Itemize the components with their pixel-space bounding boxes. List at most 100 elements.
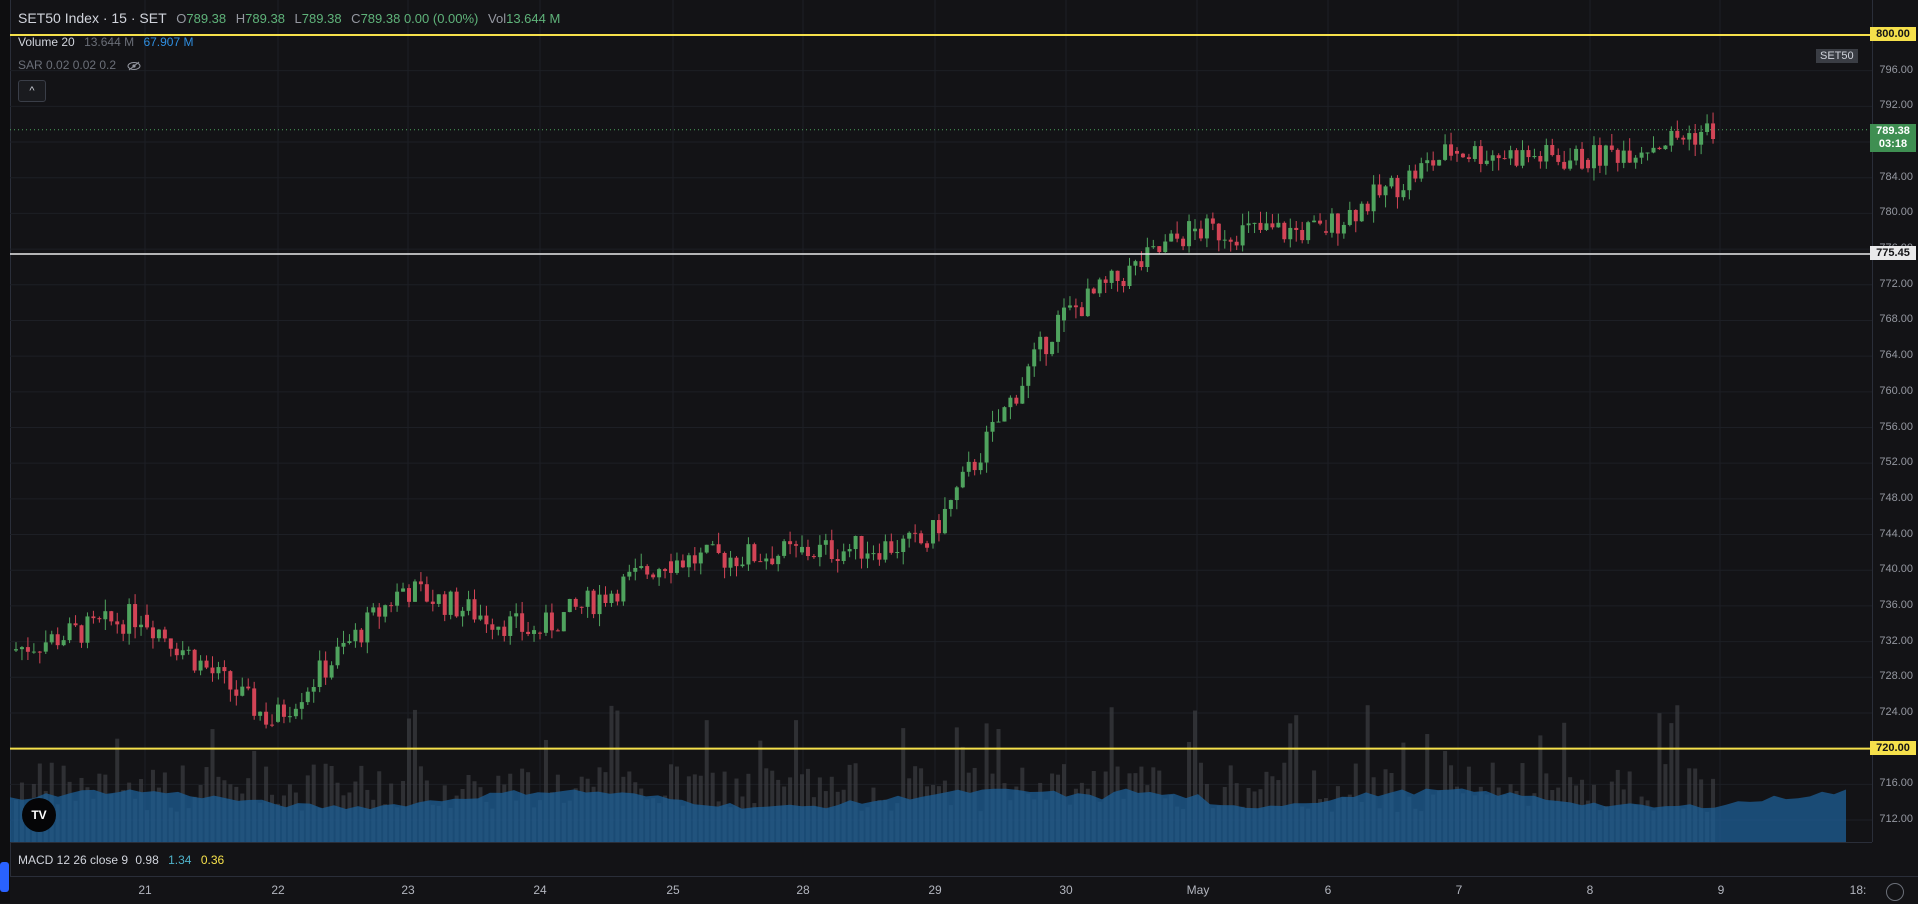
candle-body — [1496, 155, 1501, 159]
candle-body — [1609, 145, 1614, 150]
candle-body — [1056, 314, 1061, 342]
symbol-watermark-label: SET50 — [1816, 49, 1858, 63]
candle-body — [657, 569, 662, 578]
symbol-title[interactable]: SET50 Index · 15 · SET — [18, 10, 167, 26]
candle-body — [329, 665, 334, 678]
candle-body — [883, 541, 888, 560]
candle-body — [1514, 150, 1519, 166]
settings-icon[interactable] — [1886, 883, 1904, 901]
candle-body — [502, 626, 507, 636]
candle-body — [936, 520, 941, 534]
candle-body — [609, 593, 614, 604]
candle-body — [401, 588, 406, 592]
candle-body — [1449, 144, 1454, 156]
candle-body — [680, 560, 685, 568]
candle-body — [311, 687, 316, 692]
candle-body — [14, 649, 18, 651]
eye-hidden-icon[interactable] — [127, 61, 141, 71]
candle-body — [1520, 150, 1525, 166]
candle-body — [835, 558, 840, 561]
candle-body — [1014, 397, 1019, 404]
candle-body — [1484, 160, 1489, 164]
candle-body — [1282, 222, 1287, 240]
candle-body — [704, 544, 709, 553]
candle-body — [1562, 161, 1567, 169]
candle-body — [1079, 307, 1084, 317]
candle-body — [1288, 227, 1293, 240]
tradingview-logo[interactable]: TV — [22, 798, 56, 832]
candle-body — [1377, 184, 1382, 196]
candle-body — [121, 624, 126, 634]
macd-value: 0.98 — [135, 853, 159, 867]
candle-body — [960, 471, 965, 488]
candle-body — [109, 611, 114, 622]
candle-body — [954, 487, 959, 501]
collapse-legend-button[interactable]: ^ — [18, 80, 46, 102]
candle-body — [43, 642, 48, 652]
time-axis[interactable]: 21 22 23 24 25 28 29 30 May 6 7 8 9 18: — [10, 876, 1918, 904]
candle-body — [853, 536, 858, 550]
candle-body — [264, 711, 269, 725]
volume-indicator-legend[interactable]: Volume 20 13.644 M 67.907 M — [18, 35, 194, 49]
candle-body — [91, 616, 96, 619]
candle-body — [823, 540, 828, 545]
candle-body — [383, 605, 388, 617]
price-tick-label: 752.00 — [1879, 456, 1913, 469]
candle-body — [103, 611, 108, 620]
candle-body — [180, 650, 185, 656]
candle-body — [305, 691, 310, 703]
candle-body — [287, 716, 292, 718]
candle-body — [948, 500, 953, 509]
price-tick-label: 772.00 — [1879, 277, 1913, 290]
candle-body — [984, 431, 989, 463]
candle-body — [1371, 184, 1376, 212]
candle-body — [1073, 305, 1078, 308]
candle-body — [764, 558, 769, 562]
macd-label: MACD 12 26 close 9 — [18, 853, 129, 867]
candle-body — [1026, 366, 1031, 386]
candle-body — [418, 581, 423, 585]
candle-body — [115, 621, 120, 625]
candle-body — [716, 544, 721, 553]
candle-body — [174, 648, 179, 656]
candle-body — [543, 612, 548, 633]
candle-body — [1657, 147, 1662, 150]
change-value: 0.00 (0.00%) — [403, 11, 479, 26]
candle-body — [597, 594, 602, 615]
candle-body — [788, 541, 793, 545]
macd-pane[interactable]: MACD 12 26 close 9 0.98 1.34 0.36 — [10, 842, 1872, 877]
candle-body — [1133, 261, 1138, 266]
candle-body — [746, 544, 751, 565]
price-tick-label: 792.00 — [1879, 99, 1913, 112]
candle-body — [1187, 221, 1192, 247]
candle-body — [859, 536, 864, 559]
candle-body — [1121, 280, 1126, 287]
price-tick-label: 716.00 — [1879, 777, 1913, 790]
candle-body — [1455, 150, 1459, 154]
candle-body — [1193, 228, 1197, 232]
candle-body — [490, 624, 495, 630]
macd-legend[interactable]: MACD 12 26 close 9 0.98 1.34 0.36 — [18, 853, 224, 867]
candle-body — [1669, 130, 1674, 146]
candle-body — [579, 606, 584, 608]
candle-body — [389, 605, 394, 607]
symbol-legend: SET50 Index · 15 · SET O789.38 H789.38 L… — [18, 10, 560, 26]
scroll-handle[interactable] — [0, 862, 9, 892]
chart-svg[interactable] — [10, 0, 1872, 842]
candle-body — [1526, 150, 1531, 158]
candle-body — [758, 561, 763, 563]
candle-body — [1038, 336, 1043, 350]
price-tick-label: 724.00 — [1879, 705, 1913, 718]
candle-body — [1276, 222, 1281, 228]
candle-body — [1705, 123, 1710, 132]
candle-body — [573, 598, 578, 607]
candle-body — [1044, 336, 1049, 355]
candle-body — [526, 631, 531, 634]
candle-body — [663, 569, 668, 571]
candle-body — [1615, 149, 1620, 163]
chart-plot-area[interactable] — [10, 0, 1872, 842]
candle-body — [1407, 170, 1412, 191]
candle-body — [252, 688, 257, 716]
sar-indicator-legend[interactable]: SAR 0.02 0.02 0.2 — [18, 58, 141, 72]
price-tick-label: 736.00 — [1879, 598, 1913, 611]
